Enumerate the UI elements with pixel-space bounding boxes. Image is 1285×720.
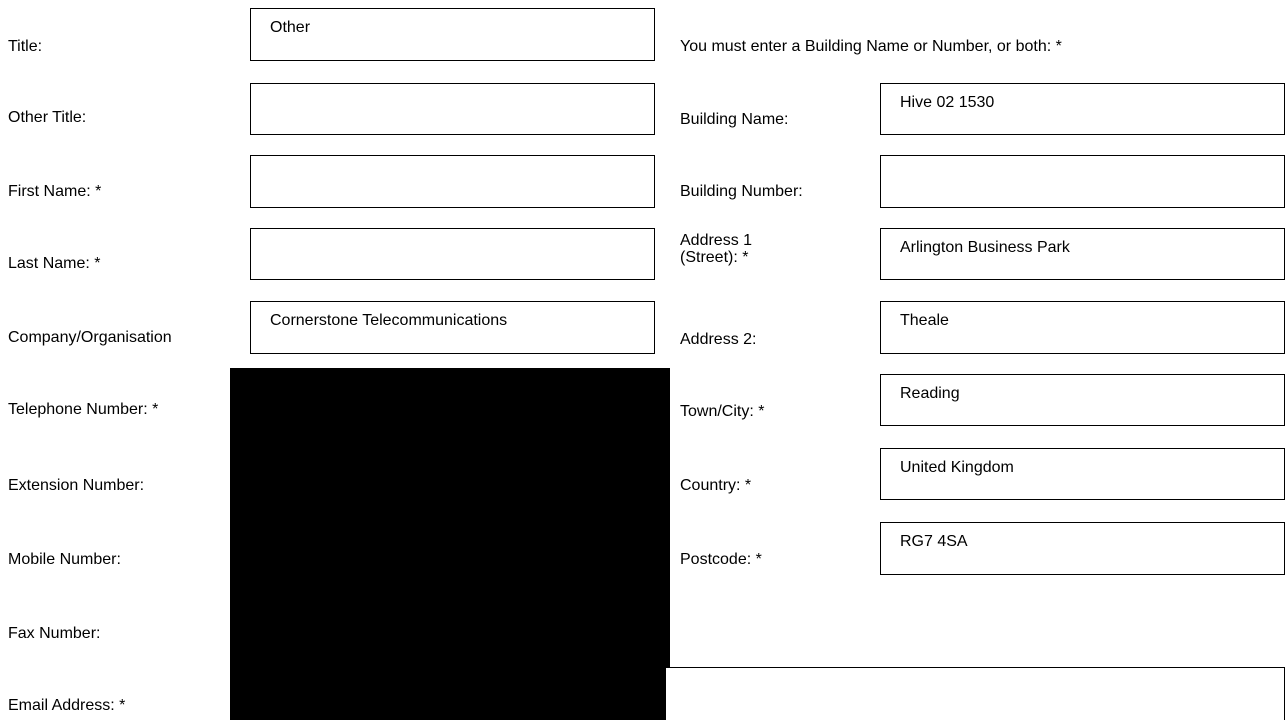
town-value: Reading <box>900 385 960 402</box>
other-title-label: Other Title: <box>8 109 87 126</box>
town-field[interactable]: Reading <box>880 374 1285 426</box>
building-name-field[interactable]: Hive 02 1530 <box>880 83 1285 135</box>
first-name-field[interactable] <box>250 155 655 208</box>
company-value: Cornerstone Telecommunications <box>270 312 508 329</box>
building-number-label: Building Number: <box>680 183 803 200</box>
company-label: Company/Organisation <box>8 329 172 346</box>
address2-field[interactable]: Theale <box>880 301 1285 354</box>
building-number-field[interactable] <box>880 155 1285 208</box>
fax-label: Fax Number: <box>8 625 101 642</box>
telephone-label: Telephone Number: * <box>8 401 159 418</box>
country-value: United Kingdom <box>900 459 1014 476</box>
address1-label-line2: (Street): * <box>680 249 749 266</box>
extension-label: Extension Number: <box>8 477 145 494</box>
first-name-label: First Name: * <box>8 183 102 200</box>
address1-label: Address 1 (Street): * <box>680 232 752 266</box>
mobile-label: Mobile Number: <box>8 551 121 568</box>
country-label: Country: * <box>680 477 752 494</box>
address1-value: Arlington Business Park <box>900 239 1070 256</box>
last-name-field[interactable] <box>250 228 655 280</box>
address1-label-line1: Address 1 <box>680 232 753 249</box>
email-label: Email Address: * <box>8 697 126 714</box>
address1-field[interactable]: Arlington Business Park <box>880 228 1285 280</box>
additional-field[interactable] <box>665 667 1285 720</box>
country-field[interactable]: United Kingdom <box>880 448 1285 500</box>
building-name-value: Hive 02 1530 <box>900 94 995 111</box>
last-name-label: Last Name: * <box>8 255 101 272</box>
address2-value: Theale <box>900 312 949 329</box>
company-field[interactable]: Cornerstone Telecommunications <box>250 301 655 354</box>
town-label: Town/City: * <box>680 403 765 420</box>
title-value: Other <box>270 19 311 36</box>
postcode-value: RG7 4SA <box>900 533 968 550</box>
title-label: Title: <box>8 38 43 55</box>
other-title-field[interactable] <box>250 83 655 135</box>
postcode-field[interactable]: RG7 4SA <box>880 522 1285 575</box>
redacted-region <box>230 368 670 720</box>
building-requirement-notice: You must enter a Building Name or Number… <box>680 38 1062 55</box>
address2-label: Address 2: <box>680 331 757 348</box>
title-field[interactable]: Other <box>250 8 655 61</box>
building-name-label: Building Name: <box>680 111 789 128</box>
postcode-label: Postcode: * <box>680 551 762 568</box>
